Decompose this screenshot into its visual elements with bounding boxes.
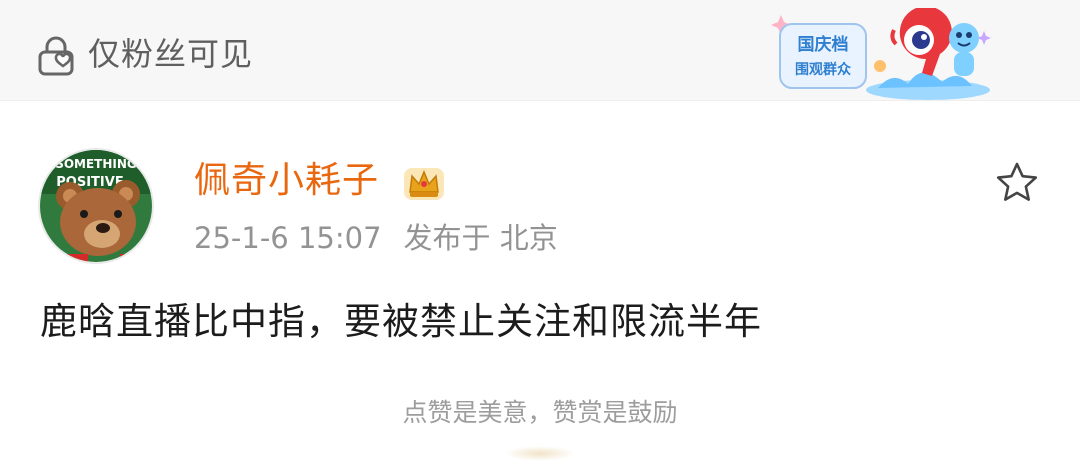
badge-line2: 围观群众 xyxy=(795,61,851,78)
post-timestamp: 25-1-6 15:07 xyxy=(194,221,382,255)
avatar[interactable]: SOMETHING POSITIVE xyxy=(38,148,154,264)
post-location: 发布于 北京 xyxy=(403,221,558,255)
visibility-label: 仅粉丝可见 xyxy=(88,35,254,73)
weibo-post-screenshot: 仅粉丝可见 国庆档 围观群众 SOMETHING POSITIVE 佩奇小耗子 … xyxy=(0,0,1080,461)
visibility-bar: 仅粉丝可见 国庆档 围观群众 xyxy=(0,0,1080,101)
badge-line1: 国庆档 xyxy=(798,34,849,55)
lock-heart-icon xyxy=(38,36,74,76)
teddy-bear-avatar-image: SOMETHING POSITIVE xyxy=(40,150,152,262)
reward-prompt: 点赞是美意，赞赏是鼓励 xyxy=(402,398,678,427)
avatar-text-top: SOMETHING xyxy=(55,157,137,171)
post-meta: 25-1-6 15:07 发布于 北京 xyxy=(194,218,558,258)
national-day-event-badge[interactable]: 国庆档 围观群众 xyxy=(768,8,998,100)
username[interactable]: 佩奇小耗子 xyxy=(194,158,379,204)
reward-button-edge xyxy=(505,446,575,461)
star-outline-icon[interactable] xyxy=(994,160,1040,204)
crown-vip-icon[interactable] xyxy=(402,162,446,202)
post-text: 鹿晗直播比中指，要被禁止关注和限流半年 xyxy=(40,300,762,343)
